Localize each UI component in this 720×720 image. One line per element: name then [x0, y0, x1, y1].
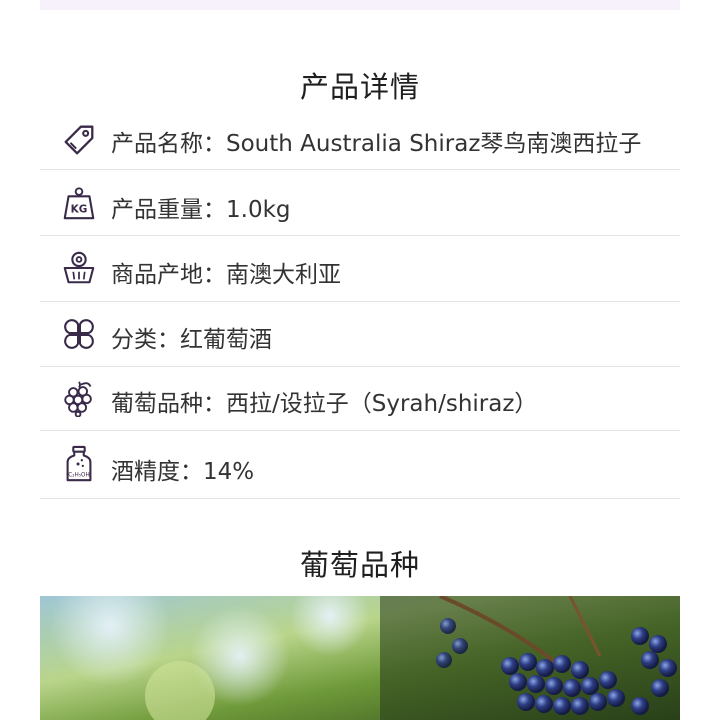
- kg-weight-icon: KG: [60, 184, 98, 222]
- top-band: [40, 0, 680, 10]
- detail-text: 产品名称：South Australia Shiraz琴鸟南澳西拉子: [111, 131, 642, 157]
- detail-text: 产品重量：1.0kg: [111, 197, 291, 223]
- detail-text: 分类：红葡萄酒: [111, 327, 272, 353]
- detail-text: 商品产地：南澳大利亚: [111, 262, 341, 288]
- product-details-title: 产品详情: [299, 70, 420, 104]
- grape-variety-title: 葡萄品种: [299, 548, 420, 582]
- grape-vineyard-photo: [40, 596, 680, 720]
- detail-row-abv: C₂H₅OH 酒精度：14%: [40, 431, 680, 499]
- detail-text: 酒精度：14%: [111, 459, 255, 485]
- svg-text:KG: KG: [71, 204, 88, 216]
- grape-icon: [60, 379, 98, 417]
- detail-row-category: 分类：红葡萄酒: [40, 302, 680, 367]
- location-basket-icon: [60, 249, 98, 287]
- svg-text:C₂H₅OH: C₂H₅OH: [68, 472, 90, 478]
- clover-icon: [60, 315, 98, 353]
- detail-row-origin: 商品产地：南澳大利亚: [40, 236, 680, 302]
- product-details-list: 产品名称：South Australia Shiraz琴鸟南澳西拉子 KG 产品…: [40, 108, 680, 499]
- detail-row-weight: KG 产品重量：1.0kg: [40, 170, 680, 236]
- detail-text: 葡萄品种：西拉/设拉子（Syrah/shiraz）: [111, 391, 538, 417]
- detail-row-name: 产品名称：South Australia Shiraz琴鸟南澳西拉子: [40, 108, 680, 170]
- detail-row-variety: 葡萄品种：西拉/设拉子（Syrah/shiraz）: [40, 367, 680, 431]
- tag-icon: [60, 121, 98, 159]
- alcohol-bottle-icon: C₂H₅OH: [60, 445, 98, 483]
